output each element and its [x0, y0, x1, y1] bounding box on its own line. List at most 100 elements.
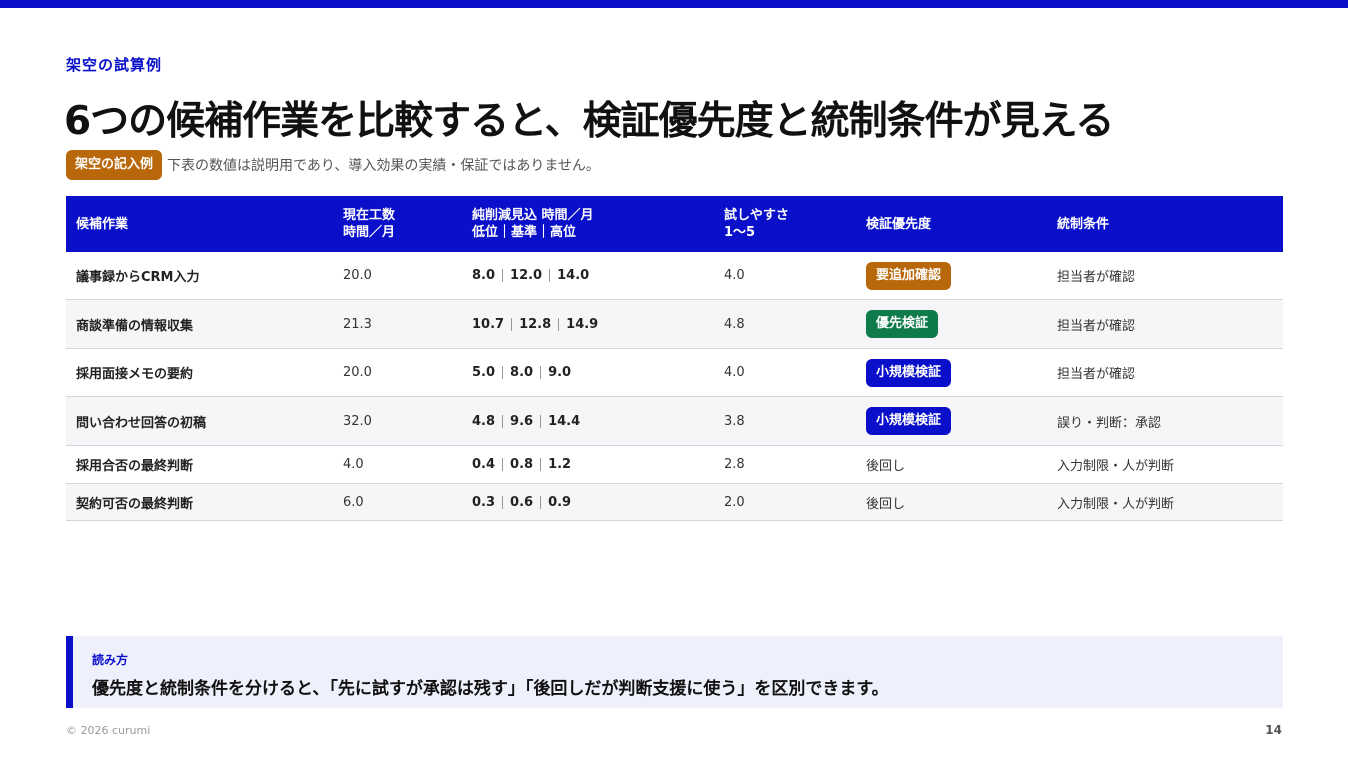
cell-control: 誤り・判断：承認: [1047, 397, 1283, 445]
separator: [540, 495, 542, 509]
cell-net-reduction: 4.8 9.6 14.4: [462, 397, 714, 445]
separator: [502, 458, 504, 471]
table-row: 商談準備の情報収集 21.3 10.7 12.8 14.9 4.8 優先検証 担当者が確認: [66, 300, 1283, 349]
separator: [558, 317, 560, 331]
header-control-text: 統制条件: [1057, 216, 1109, 233]
header-task-text: 候補作業: [76, 216, 128, 233]
ease-score: 4.0: [724, 268, 745, 283]
cell-control: 担当者が確認: [1047, 252, 1283, 299]
cell-task: 採用面接メモの要約: [66, 349, 333, 396]
separator: [511, 317, 513, 331]
reduction-base: 8.0: [510, 365, 534, 380]
copyright: © 2026 curumi: [66, 724, 151, 737]
eyebrow-label: 架空の試算例: [66, 56, 163, 74]
cell-current-hours: 20.0: [333, 349, 462, 396]
cell-net-reduction: 5.0 8.0 9.0: [462, 349, 714, 396]
reduction-range: 0.3 0.6 0.9: [472, 495, 571, 510]
header-control: 統制条件: [1047, 196, 1283, 252]
cell-priority: 後回し: [856, 484, 1047, 520]
table-row: 議事録からCRM入力 20.0 8.0 12.0 14.0 4.0 要追加確認 担当者が確認: [66, 252, 1283, 300]
task-name: 採用合否の最終判断: [76, 459, 194, 474]
callout-text: 優先度と統制条件を分けると、「先に試すが承認は残す」「後回しだが判断支援に使う」…: [92, 679, 889, 699]
separator: [502, 414, 504, 428]
header-net-reduction: 純削減見込 時間／月 低位｜基準｜高位: [462, 196, 714, 252]
control-condition: 担当者が確認: [1057, 270, 1136, 285]
header-task: 候補作業: [66, 196, 333, 252]
reduction-high: 9.0: [548, 365, 572, 380]
reduction-low: 0.3: [472, 494, 496, 510]
task-name: 採用面接メモの要約: [76, 367, 194, 382]
separator: [540, 458, 542, 471]
priority-badge: 優先検証: [866, 310, 939, 338]
header-priority-text: 検証優先度: [866, 216, 931, 233]
control-condition: 担当者が確認: [1057, 367, 1136, 382]
task-name: 問い合わせ回答の初稿: [76, 415, 207, 431]
cell-control: 担当者が確認: [1047, 349, 1283, 396]
separator: [540, 366, 542, 379]
cell-ease: 4.8: [714, 300, 856, 348]
cell-ease: 2.8: [714, 446, 856, 483]
reduction-high: 0.9: [548, 494, 572, 510]
callout-label: 読み方: [92, 653, 129, 667]
current-hours: 4.0: [343, 457, 364, 472]
separator: [502, 269, 504, 282]
table-row: 採用面接メモの要約 20.0 5.0 8.0 9.0 4.0 小規模検証 担当者が確認: [66, 349, 1283, 397]
current-hours: 32.0: [343, 413, 372, 429]
ease-score: 4.0: [724, 365, 745, 380]
header-ease-line: 試しやすさ: [724, 208, 789, 223]
cell-control: 入力制限・人が判断: [1047, 484, 1283, 520]
cell-control: 入力制限・人が判断: [1047, 446, 1283, 483]
cell-priority: 優先検証: [856, 300, 1047, 348]
cell-ease: 3.8: [714, 397, 856, 445]
separator: [502, 366, 504, 379]
header-current-hours: 現在工数 時間／月: [333, 196, 462, 252]
page-number: 14: [1265, 723, 1282, 737]
table-row: 契約可否の最終判断 6.0 0.3 0.6 0.9 2.0 後回し 入力制限・人が判断: [66, 484, 1283, 521]
comparison-table: 候補作業 現在工数 時間／月 純削減見込 時間／月 低位｜基準｜高位 試しやすさ 1〜5 検証…: [66, 196, 1283, 521]
reduction-range: 8.0 12.0 14.0: [472, 268, 589, 283]
cell-priority: 小規模検証: [856, 397, 1047, 445]
table-row: 採用合否の最終判断 4.0 0.4 0.8 1.2 2.8 後回し 入力制限・人が判断: [66, 446, 1283, 484]
control-condition: 担当者が確認: [1057, 318, 1136, 334]
separator: [540, 414, 542, 428]
disclaimer-text: 下表の数値は説明用であり、導入効果の実績・保証ではありません。: [167, 158, 600, 174]
cell-current-hours: 6.0: [333, 484, 462, 520]
cell-net-reduction: 10.7 12.8 14.9: [462, 300, 714, 348]
cell-priority: 要追加確認: [856, 252, 1047, 299]
priority-text: 後回し: [866, 496, 906, 512]
ease-score: 2.8: [724, 457, 745, 472]
control-condition: 誤り・判断：承認: [1057, 415, 1162, 431]
cell-ease: 4.0: [714, 252, 856, 299]
ease-score: 2.0: [724, 494, 745, 510]
reduction-high: 14.9: [566, 316, 599, 332]
reduction-low: 5.0: [472, 365, 496, 380]
header-current-hours-line: 時間／月: [343, 225, 396, 240]
reduction-base: 9.6: [510, 413, 534, 429]
header-net-reduction-line: 低位｜基準｜高位: [472, 225, 577, 240]
priority-badge: 要追加確認: [866, 261, 952, 290]
header-net-reduction-text: 純削減見込 時間／月 低位｜基準｜高位: [472, 207, 594, 241]
reduction-base: 0.6: [510, 494, 534, 510]
task-name: 議事録からCRM入力: [76, 270, 200, 285]
cell-current-hours: 4.0: [333, 446, 462, 483]
cell-task: 契約可否の最終判断: [66, 484, 333, 520]
header-control-line: 統制条件: [1057, 216, 1110, 232]
priority-text: 後回し: [866, 459, 906, 474]
reduction-range: 5.0 8.0 9.0: [472, 365, 571, 380]
cell-task: 議事録からCRM入力: [66, 252, 333, 299]
header-ease-text: 試しやすさ 1〜5: [724, 207, 789, 241]
reduction-range: 4.8 9.6 14.4: [472, 414, 580, 429]
separator: [549, 269, 551, 282]
cell-priority: 小規模検証: [856, 349, 1047, 396]
cell-control: 担当者が確認: [1047, 300, 1283, 348]
priority-badge: 小規模検証: [866, 407, 952, 435]
cell-priority: 後回し: [856, 446, 1047, 483]
reduction-base: 12.0: [510, 268, 543, 283]
cell-current-hours: 21.3: [333, 300, 462, 348]
reduction-high: 14.0: [557, 268, 590, 283]
reading-guide-callout: 読み方 優先度と統制条件を分けると、「先に試すが承認は残す」「後回しだが判断支援…: [66, 636, 1283, 708]
ease-score: 4.8: [724, 316, 745, 332]
separator: [502, 495, 504, 509]
priority-badge: 小規模検証: [866, 358, 952, 387]
table-header: 候補作業 現在工数 時間／月 純削減見込 時間／月 低位｜基準｜高位 試しやすさ 1〜5 検証…: [66, 196, 1283, 252]
